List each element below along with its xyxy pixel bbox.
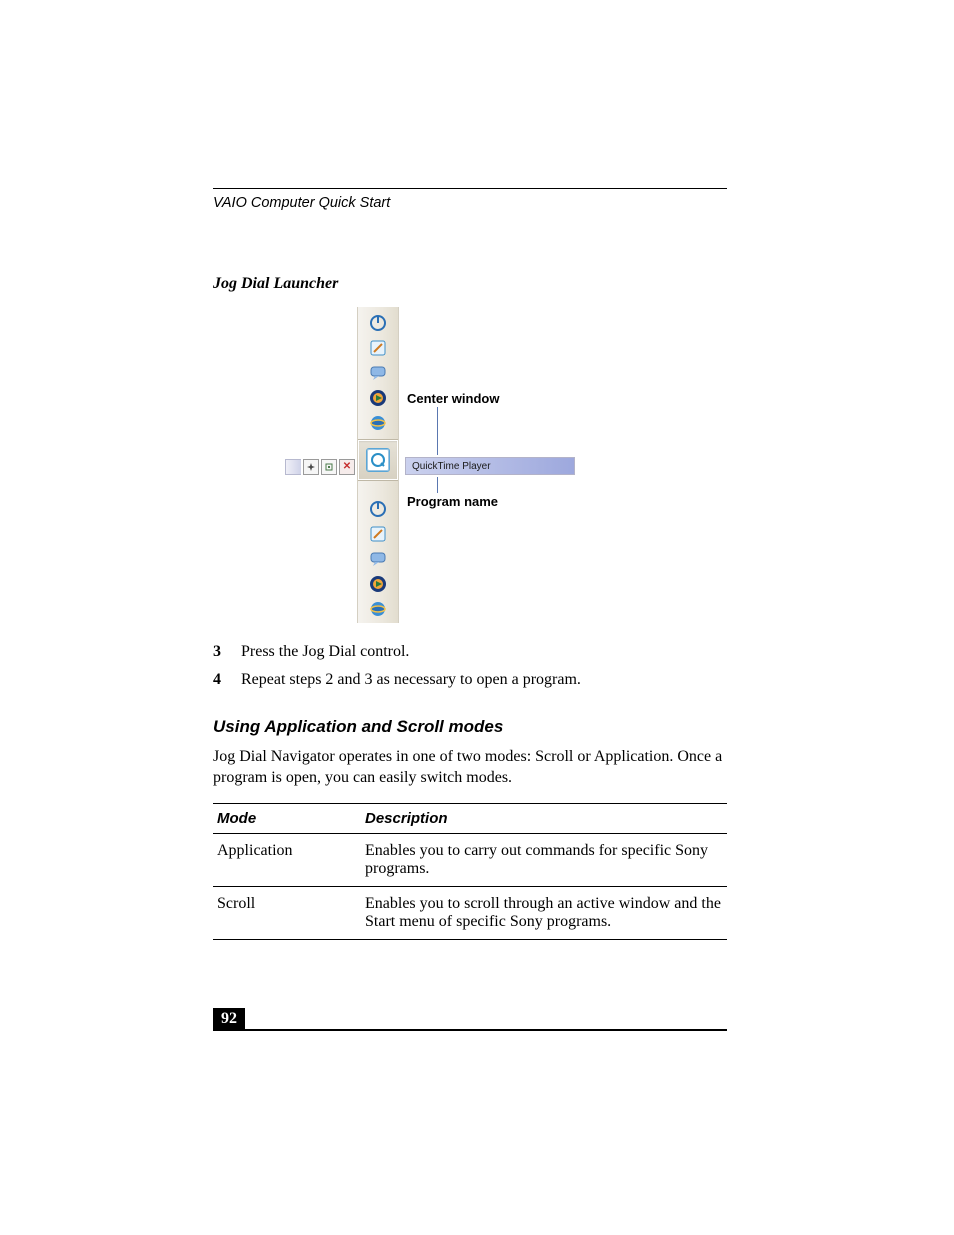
note-icon[interactable] [368,524,388,544]
table-header-mode: Mode [213,803,361,833]
table-header-desc: Description [361,803,727,833]
dock-group-top [368,307,388,439]
jog-dial-dock [357,307,399,623]
center-window-slot[interactable] [358,439,398,481]
step-list: 3 Press the Jog Dial control. 4 Repeat s… [213,643,727,689]
step-item: 4 Repeat steps 2 and 3 as necessary to o… [213,671,727,689]
callout-center-window: Center window [407,391,499,406]
mode-cell: Scroll [213,886,361,939]
step-number: 3 [213,643,241,661]
dock-group-bottom [368,481,388,625]
quicktime-icon [366,448,390,472]
page-content: VAIO Computer Quick Start Jog Dial Launc… [213,188,727,940]
toolbar-pin-icon[interactable] [303,459,319,475]
program-name-tooltip: QuickTime Player [405,457,575,475]
section-heading: Using Application and Scroll modes [213,717,727,737]
modes-table: Mode Description Application Enables you… [213,803,727,940]
mode-cell: Application [213,833,361,886]
leader-line [437,477,438,493]
step-number: 4 [213,671,241,689]
note-icon[interactable] [368,338,388,358]
table-row: Scroll Enables you to scroll through an … [213,886,727,939]
figure-caption: Jog Dial Launcher [213,275,727,293]
media-icon[interactable] [368,574,388,594]
callout-program-name: Program name [407,494,498,509]
ie-icon[interactable] [368,599,388,619]
chat-icon[interactable] [368,363,388,383]
step-text: Repeat steps 2 and 3 as necessary to ope… [241,671,581,689]
desc-cell: Enables you to carry out commands for sp… [361,833,727,886]
jog-dial-figure: ✕ [285,307,585,623]
media-icon[interactable] [368,388,388,408]
step-item: 3 Press the Jog Dial control. [213,643,727,661]
toolbar-gradient [285,459,301,475]
table-row: Application Enables you to carry out com… [213,833,727,886]
footer-rule [213,1029,727,1031]
figure-wrap: ✕ [213,307,727,623]
header-rule [213,188,727,189]
power-icon[interactable] [368,499,388,519]
power-icon[interactable] [368,313,388,333]
running-head: VAIO Computer Quick Start [213,195,727,211]
ie-icon[interactable] [368,413,388,433]
page-footer: 92 [213,1008,727,1031]
section-body: Jog Dial Navigator operates in one of tw… [213,747,727,789]
step-text: Press the Jog Dial control. [241,643,409,661]
toolbar-settings-icon[interactable] [321,459,337,475]
chat-icon[interactable] [368,549,388,569]
page-number: 92 [213,1008,245,1030]
leader-line [437,407,438,455]
desc-cell: Enables you to scroll through an active … [361,886,727,939]
toolbar-close-icon[interactable]: ✕ [339,459,355,475]
mini-toolbar: ✕ [285,457,355,477]
